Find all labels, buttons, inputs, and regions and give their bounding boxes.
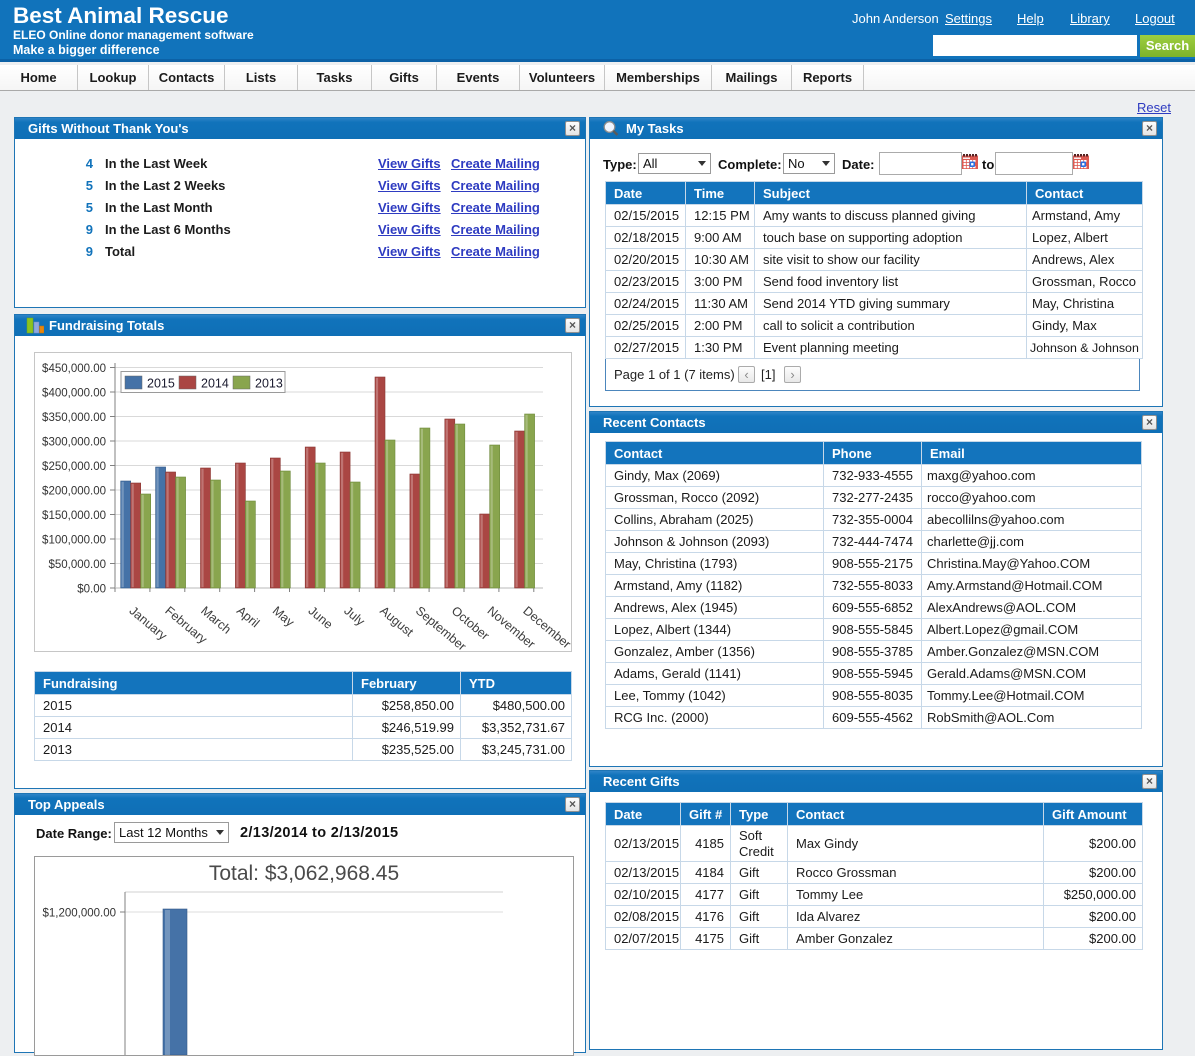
svg-text:$400,000.00: $400,000.00 bbox=[42, 388, 106, 400]
svg-text:$350,000.00: $350,000.00 bbox=[42, 412, 106, 424]
svg-text:$450,000.00: $450,000.00 bbox=[42, 363, 106, 375]
svg-text:2013: 2013 bbox=[255, 377, 283, 391]
svg-text:$1,200,000.00: $1,200,000.00 bbox=[42, 908, 116, 920]
svg-text:August: August bbox=[377, 604, 416, 640]
svg-text:January: January bbox=[127, 604, 171, 644]
svg-text:$100,000.00: $100,000.00 bbox=[42, 535, 106, 547]
svg-text:$200,000.00: $200,000.00 bbox=[42, 486, 106, 498]
svg-text:$250,000.00: $250,000.00 bbox=[42, 461, 106, 473]
svg-text:$300,000.00: $300,000.00 bbox=[42, 437, 106, 449]
svg-text:2014: 2014 bbox=[201, 377, 229, 391]
svg-text:$0.00: $0.00 bbox=[77, 584, 106, 596]
svg-text:May: May bbox=[270, 604, 298, 630]
svg-text:$50,000.00: $50,000.00 bbox=[48, 559, 106, 571]
svg-text:June: June bbox=[306, 604, 336, 632]
svg-text:July: July bbox=[341, 604, 368, 629]
svg-text:2015: 2015 bbox=[147, 377, 175, 391]
svg-text:$150,000.00: $150,000.00 bbox=[42, 510, 106, 522]
svg-text:April: April bbox=[234, 604, 262, 631]
